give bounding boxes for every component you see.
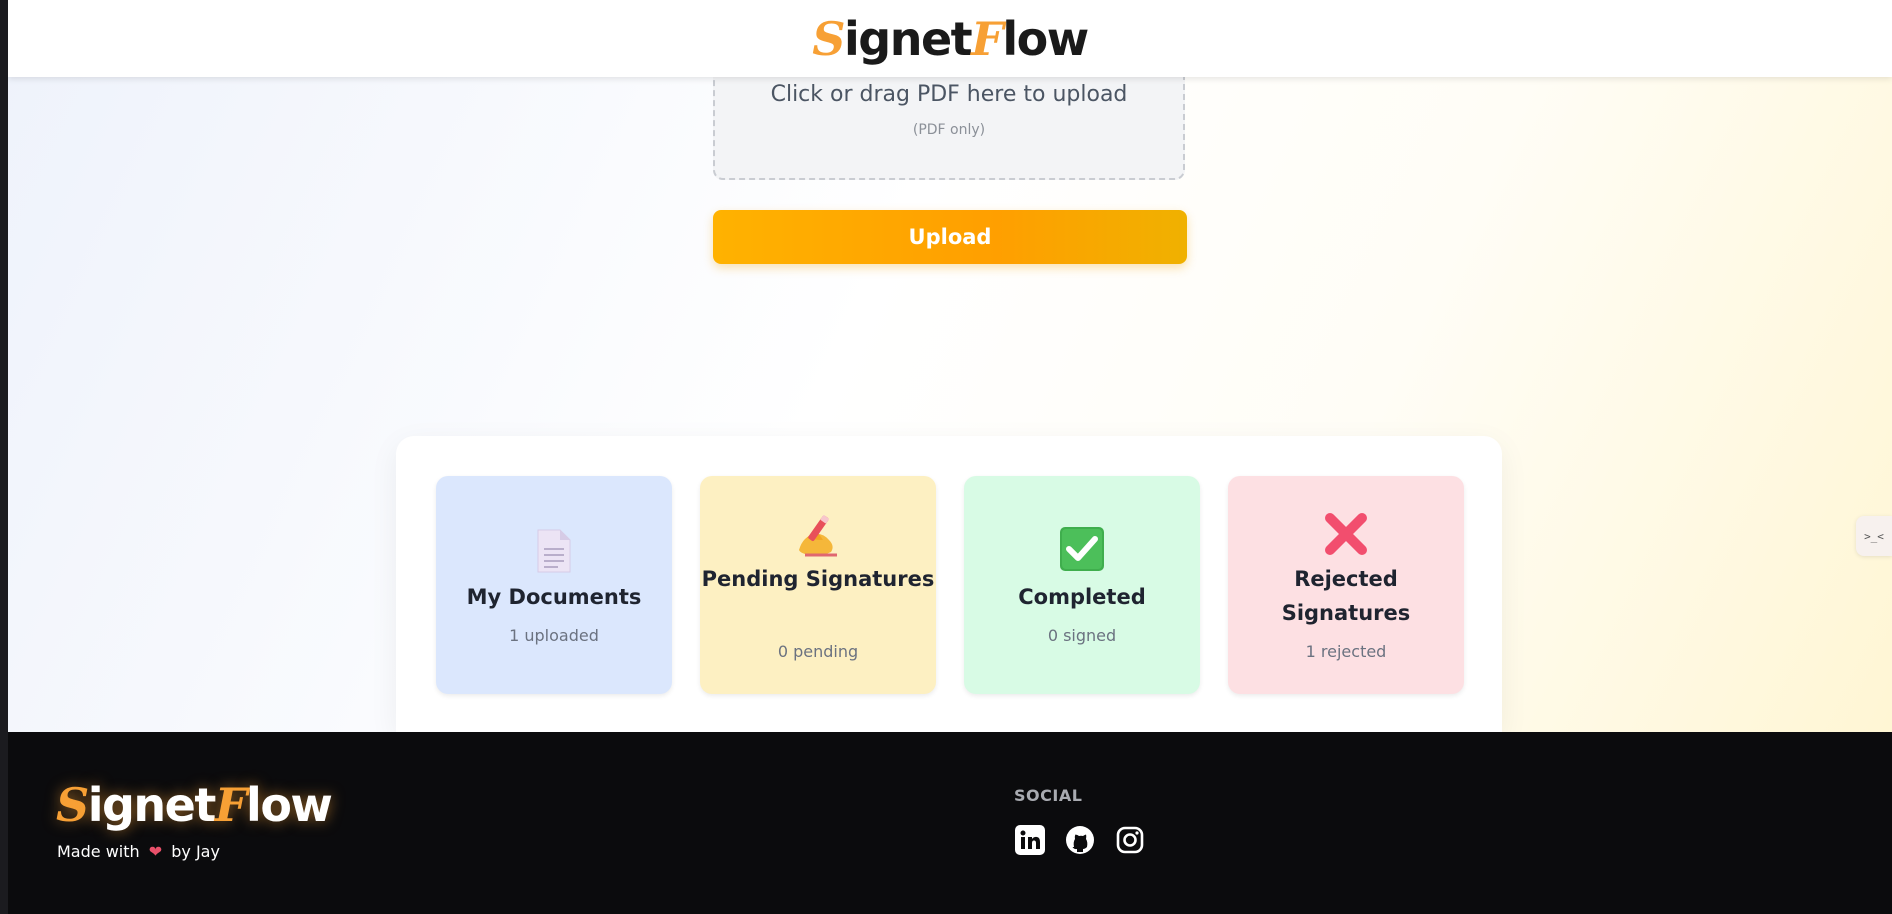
stat-count: 0 signed — [1047, 626, 1117, 645]
logo-letter-f: F — [214, 778, 248, 832]
stat-card-rejected-signatures[interactable]: Rejected Signatures 1 rejected — [1228, 476, 1464, 694]
github-icon[interactable] — [1064, 824, 1096, 856]
side-widget-tab[interactable]: >_< — [1856, 516, 1892, 556]
linkedin-icon[interactable] — [1014, 824, 1046, 856]
writing-hand-icon — [700, 510, 936, 558]
document-icon — [436, 528, 672, 574]
logo-letter-f: F — [971, 11, 1004, 66]
social-links — [1014, 824, 1146, 856]
dropzone-hint: (PDF only) — [912, 122, 986, 138]
site-header: SignetFlow — [8, 0, 1892, 77]
made-with-credit: Made with ❤ by Jay — [57, 842, 220, 861]
stat-title: My Documents — [466, 585, 642, 609]
logo-text-low: low — [246, 778, 333, 832]
stat-card-my-documents[interactable]: My Documents 1 uploaded — [436, 476, 672, 694]
footer-logo[interactable]: SignetFlow — [56, 782, 333, 828]
stat-count: 1 rejected — [1305, 642, 1387, 661]
logo-text-low: low — [1002, 11, 1089, 66]
stat-card-pending-signatures[interactable]: Pending Signatures 0 pending — [700, 476, 936, 694]
dropzone-label: Click or drag PDF here to upload — [770, 82, 1128, 107]
stat-card-completed[interactable]: Completed 0 signed — [964, 476, 1200, 694]
logo-letter-s: S — [812, 11, 845, 66]
stat-title: Pending Signatures — [701, 567, 935, 591]
header-logo[interactable]: SignetFlow — [812, 16, 1089, 62]
upload-button[interactable]: Upload — [713, 210, 1187, 264]
credit-suffix: by Jay — [171, 842, 220, 861]
logo-text-ignet: ignet — [844, 11, 973, 66]
stat-title: Rejected Signatures — [1281, 567, 1411, 625]
logo-letter-s: S — [56, 778, 89, 832]
stat-title: Completed — [1018, 585, 1146, 609]
social-heading: SOCIAL — [1014, 786, 1083, 805]
logo-text-ignet: ignet — [87, 778, 217, 832]
instagram-icon[interactable] — [1114, 824, 1146, 856]
main-page: SignetFlow Click or drag PDF here to upl… — [8, 0, 1892, 732]
check-mark-icon — [964, 526, 1200, 572]
stat-count: 0 pending — [777, 642, 859, 661]
credit-prefix: Made with — [57, 842, 140, 861]
site-footer: SignetFlow Made with ❤ by Jay SOCIAL — [8, 732, 1892, 914]
stats-panel: My Documents 1 uploaded Pending Signatur… — [396, 436, 1502, 732]
cross-mark-icon — [1228, 510, 1464, 558]
heart-icon: ❤ — [148, 842, 163, 861]
stat-count: 1 uploaded — [509, 626, 599, 645]
window-edge — [0, 0, 8, 914]
